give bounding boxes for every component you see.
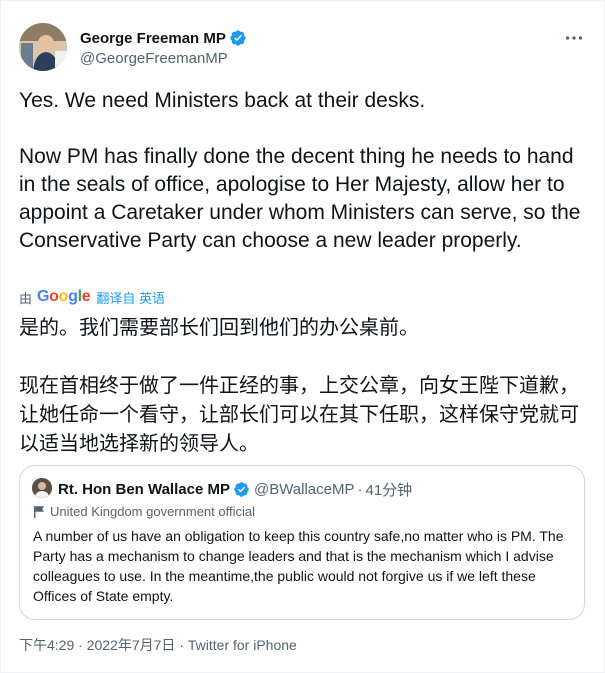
quoted-tweet[interactable]: Rt. Hon Ben Wallace MP @BWallaceMP · 41分… (19, 465, 585, 620)
tweet-metadata: 下午4:29 · 2022年7月7日 · Twitter for iPhone (19, 635, 297, 655)
tweet-header: George Freeman MP @GeorgeFreemanMP (19, 23, 589, 75)
translation-attribution: 由 Google 翻译自 英语 (19, 287, 165, 307)
quoted-author-name[interactable]: Rt. Hon Ben Wallace MP (58, 481, 230, 498)
translated-paragraph: 是的。我们需要部长们回到他们的办公桌前。 (19, 315, 419, 339)
author-name[interactable]: George Freeman MP (80, 30, 226, 47)
tweet-text: Yes. We need Ministers back at their des… (19, 87, 589, 255)
quoted-header: Rt. Hon Ben Wallace MP @BWallaceMP · 41分… (58, 479, 412, 500)
author-name-row: George Freeman MP (80, 29, 247, 47)
quoted-author-handle: @BWallaceMP (253, 481, 355, 498)
more-icon[interactable] (563, 27, 585, 49)
google-logo: Google (37, 288, 91, 305)
quoted-author-avatar (32, 478, 52, 498)
tweet-source[interactable]: Twitter for iPhone (188, 637, 297, 653)
meta-separator: · (74, 637, 87, 653)
verified-badge-icon (234, 482, 249, 497)
quoted-time[interactable]: 41分钟 (366, 479, 413, 500)
translated-paragraph: 现在首相终于做了一件正经的事，上交公章，向女王陛下道歉，让她任命一个看守，让部长… (19, 373, 579, 455)
government-label-text: United Kingdom government official (50, 504, 255, 519)
meta-separator: · (175, 637, 188, 653)
tweet-card: George Freeman MP @GeorgeFreemanMP Yes. … (0, 0, 605, 673)
translated-text: 是的。我们需要部长们回到他们的办公桌前。 现在首相终于做了一件正经的事，上交公章… (19, 313, 589, 458)
tweet-paragraph: Yes. We need Ministers back at their des… (19, 89, 426, 112)
quoted-separator: · (357, 481, 363, 498)
government-flag-icon (34, 506, 44, 518)
translate-from-link[interactable]: 翻译自 英语 (96, 288, 165, 307)
author-avatar[interactable] (19, 23, 67, 71)
verified-badge-icon (230, 30, 246, 46)
author-handle[interactable]: @GeorgeFreemanMP (80, 50, 228, 67)
quoted-text: A number of us have an obligation to kee… (33, 528, 564, 604)
tweet-time[interactable]: 下午4:29 (19, 637, 74, 653)
tweet-date[interactable]: 2022年7月7日 (87, 637, 176, 653)
tweet-paragraph: Now PM has finally done the decent thing… (19, 145, 581, 252)
government-label[interactable]: United Kingdom government official (33, 504, 255, 519)
translated-by-label: 由 (19, 290, 33, 306)
